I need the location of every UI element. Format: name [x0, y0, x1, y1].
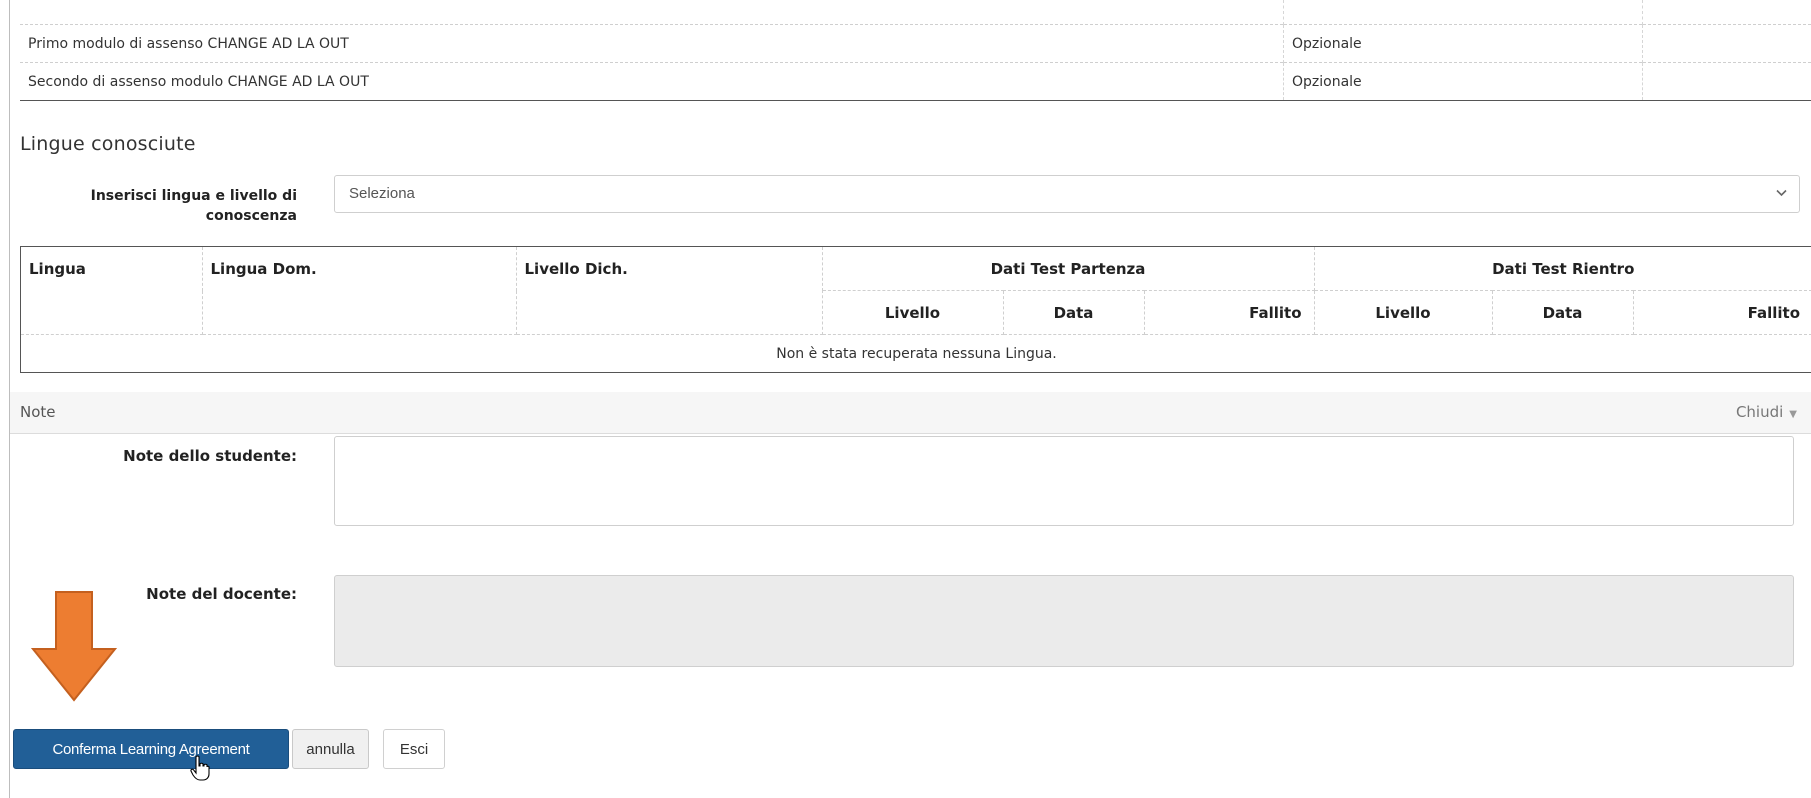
document-name [20, 0, 1284, 25]
document-action [1642, 62, 1811, 101]
notes-close-toggle[interactable]: Chiudi ▼ [1736, 403, 1797, 421]
empty-table-message: Non è stata recuperata nessuna Lingua. [776, 345, 1057, 362]
exit-button[interactable]: Esci [383, 729, 445, 769]
column-header-partenza-fallito: Fallito [1144, 290, 1315, 335]
column-header-lingua-dom: Lingua Dom. [202, 247, 517, 335]
column-group-rientro: Dati Test Rientro [1314, 247, 1811, 291]
table-row: Secondo di assenso modulo CHANGE AD LA O… [20, 62, 1811, 101]
page: Primo modulo di assenso CHANGE AD LA OUT… [0, 0, 1811, 798]
column-header-partenza-data: Data [1003, 290, 1145, 335]
student-notes-label: Note dello studente: [123, 447, 297, 465]
documents-table: Primo modulo di assenso CHANGE AD LA OUT… [20, 0, 1811, 101]
column-header-lingua: Lingua [21, 247, 203, 335]
document-name: Secondo di assenso modulo CHANGE AD LA O… [20, 62, 1284, 101]
column-group-partenza: Dati Test Partenza [822, 247, 1315, 291]
teacher-notes-field [334, 575, 1794, 667]
table-row: Primo modulo di assenso CHANGE AD LA OUT… [20, 24, 1811, 63]
orange-down-arrow-icon [31, 591, 117, 702]
notes-close-label: Chiudi [1735, 403, 1784, 421]
column-header-rientro-data: Data [1492, 290, 1634, 335]
document-status [1283, 0, 1643, 25]
document-action [1642, 24, 1811, 63]
column-header-partenza-livello: Livello [822, 290, 1004, 335]
table-row: Non è stata recuperata nessuna Lingua. [21, 335, 1811, 373]
notes-panel-header: Note Chiudi ▼ [10, 392, 1811, 434]
hand-cursor-icon [190, 755, 210, 781]
triangle-down-icon: ▼ [1789, 409, 1797, 420]
document-action [1643, 0, 1811, 25]
languages-table: Lingua Lingua Dom. Livello Dich. Dati Te… [20, 246, 1811, 373]
cancel-button[interactable]: annulla [292, 729, 369, 769]
notes-panel-title: Note [20, 403, 56, 421]
confirm-learning-agreement-button[interactable]: Conferma Learning Agreement [13, 729, 289, 769]
languages-section-title: Lingue conosciute [20, 133, 196, 155]
column-header-livello-dich: Livello Dich. [516, 247, 823, 335]
table-header-row: Lingua Lingua Dom. Livello Dich. Dati Te… [21, 247, 1811, 335]
document-name: Primo modulo di assenso CHANGE AD LA OUT [20, 24, 1284, 63]
language-select[interactable]: Seleziona [334, 175, 1800, 213]
language-select-value: Seleziona [349, 185, 415, 202]
table-row [20, 0, 1811, 25]
column-header-rientro-fallito: Fallito [1633, 290, 1811, 335]
document-status: Opzionale [1283, 24, 1643, 63]
document-status: Opzionale [1283, 62, 1643, 101]
student-notes-field[interactable] [334, 436, 1794, 526]
column-header-rientro-livello: Livello [1314, 290, 1493, 335]
language-select-label: Inserisci lingua e livello di conoscenza [90, 188, 297, 224]
chevron-down-icon [1776, 186, 1787, 200]
